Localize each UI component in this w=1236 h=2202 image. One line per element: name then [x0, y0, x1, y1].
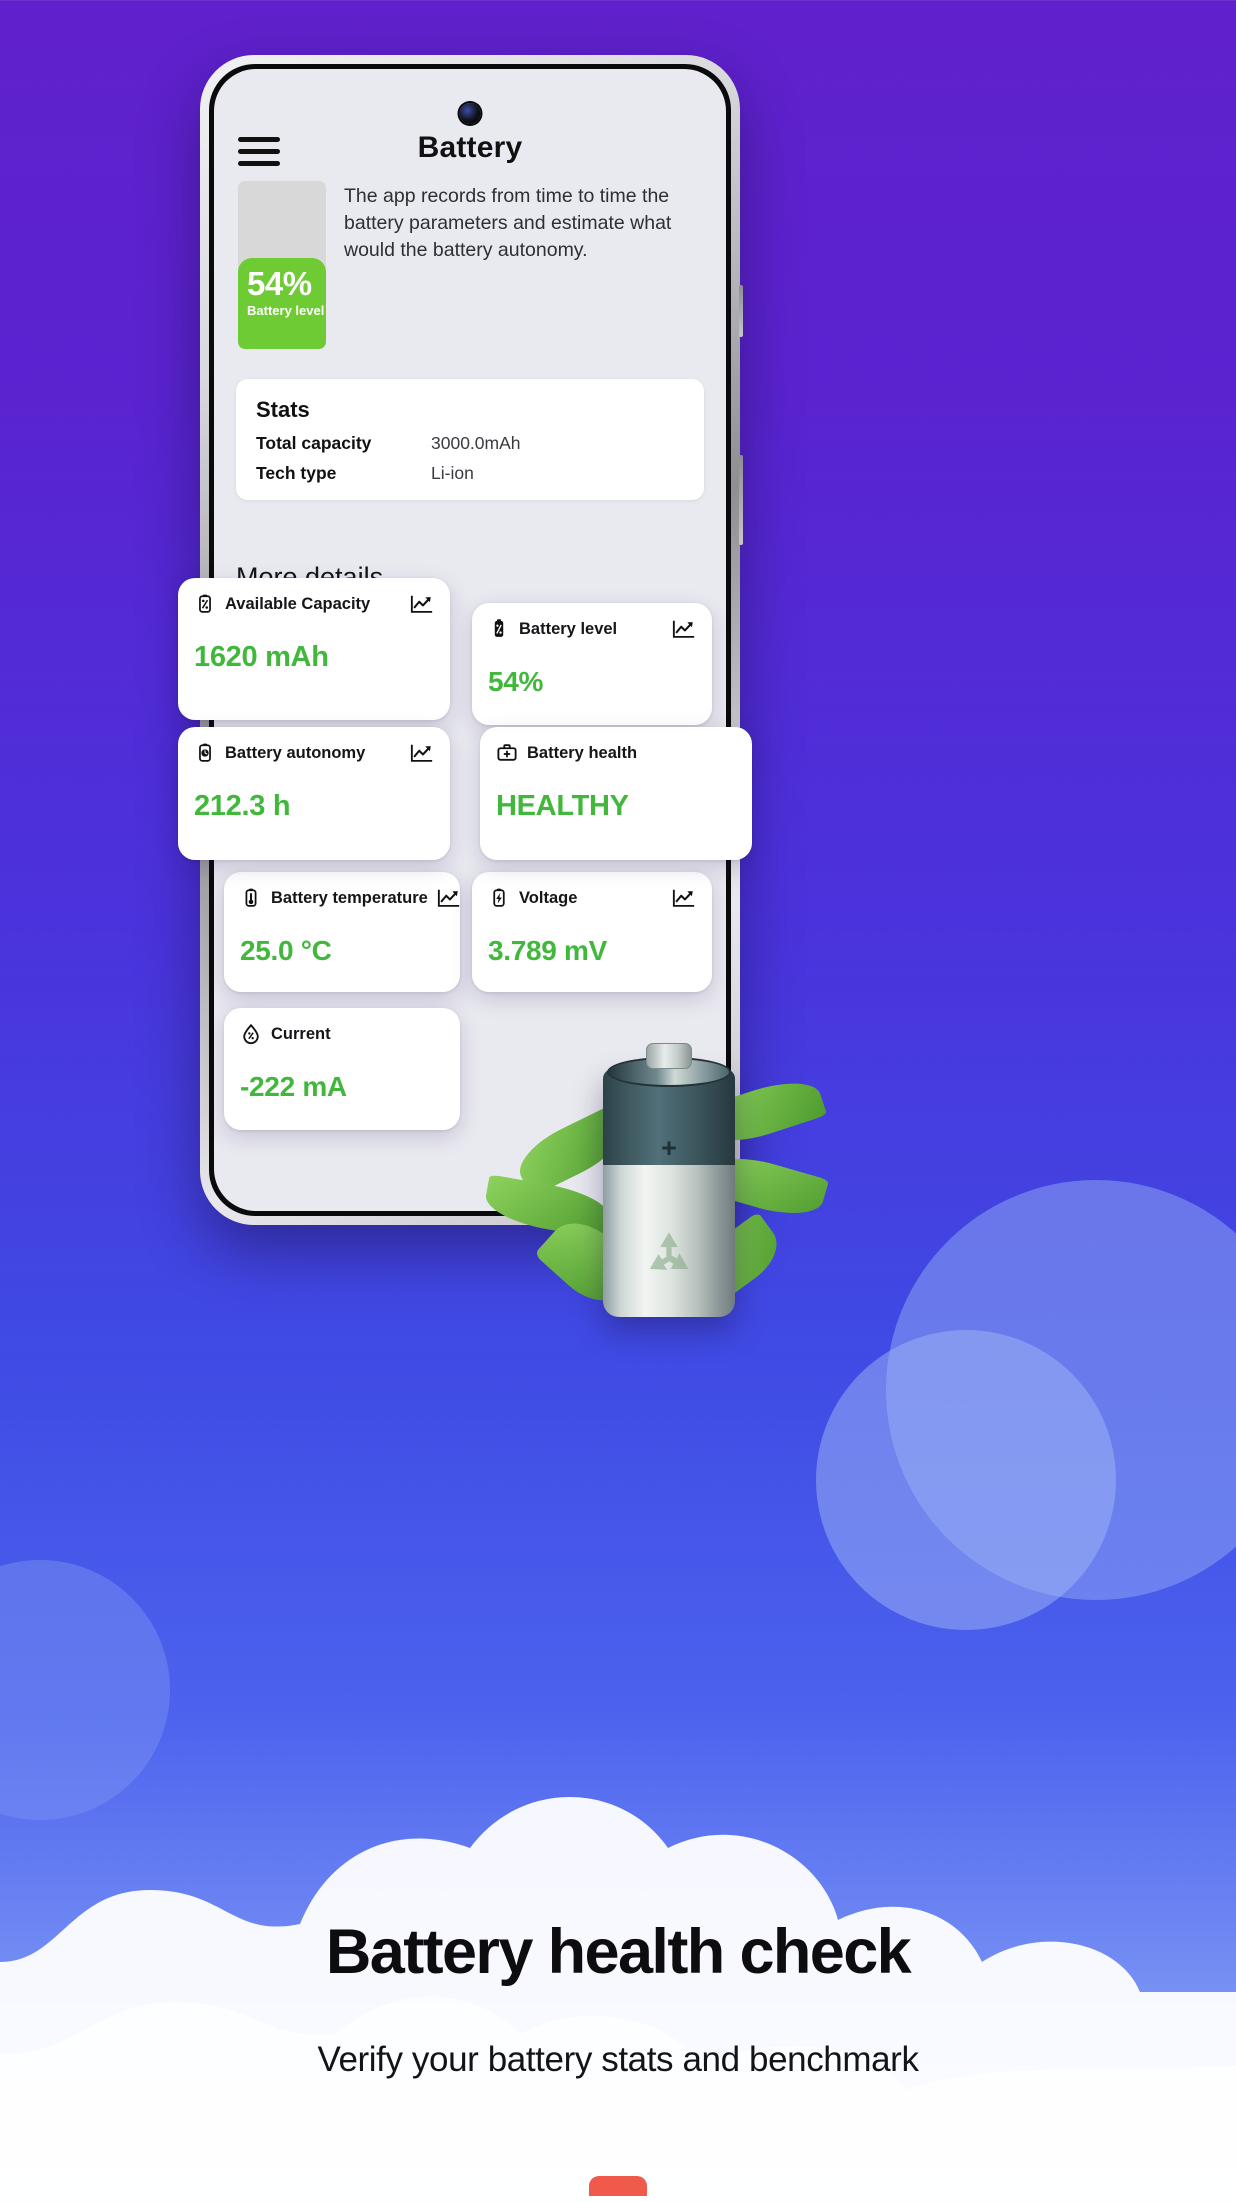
detail-card-battery-autonomy[interactable]: Battery autonomy 212.3 h — [178, 727, 450, 860]
battery-level-widget: 54% Battery level — [238, 181, 326, 349]
card-header: Battery health — [496, 742, 736, 764]
battery-shell: 54% Battery level — [238, 181, 326, 349]
detail-card-current[interactable]: Current -222 mA — [224, 1008, 460, 1130]
trend-chart-icon[interactable] — [672, 888, 696, 909]
card-header: Voltage — [488, 887, 696, 909]
stats-title: Stats — [256, 397, 310, 422]
stats-row: Total capacity 3000.0mAh — [256, 433, 684, 454]
battery-cell-terminal — [646, 1043, 692, 1069]
detail-card-available-capacity[interactable]: Available Capacity 1620 mAh — [178, 578, 450, 720]
hamburger-menu-icon[interactable] — [238, 137, 280, 166]
card-value: 54% — [488, 666, 544, 697]
stats-value: 3000.0mAh — [431, 433, 521, 453]
phone-power-button[interactable] — [739, 455, 743, 545]
card-value: 212.3 h — [194, 790, 291, 822]
detail-card-battery-health[interactable]: Battery health HEALTHY — [480, 727, 752, 860]
medical-kit-icon — [497, 744, 517, 761]
card-label: Voltage — [519, 888, 578, 907]
battery-clock-icon — [199, 743, 211, 762]
stats-key: Tech type — [256, 463, 337, 483]
card-label: Available Capacity — [225, 594, 371, 613]
trend-chart-icon[interactable] — [437, 888, 461, 909]
trend-chart-icon[interactable] — [410, 594, 434, 615]
card-label: Battery level — [519, 619, 618, 638]
card-header: Battery autonomy — [194, 742, 434, 764]
page-indicator[interactable] — [589, 2176, 647, 2196]
battery-cell-illustration: + — [482, 1035, 830, 1317]
front-camera-icon — [459, 103, 481, 124]
card-value: 3.789 mV — [488, 935, 608, 966]
battery-percent-icon — [494, 619, 504, 637]
battery-bolt-icon — [493, 888, 505, 907]
card-header: Available Capacity — [194, 593, 434, 615]
polarity-plus-label: + — [661, 1133, 677, 1163]
card-value: HEALTHY — [496, 790, 629, 822]
card-header: Current — [240, 1023, 444, 1045]
battery-widget-caption: Battery level — [247, 302, 325, 318]
app-description: The app records from time to time the ba… — [344, 185, 672, 261]
detail-card-voltage[interactable]: Voltage 3.789 mV — [472, 872, 712, 992]
card-value: 25.0 °C — [240, 935, 332, 966]
battery-percent-icon — [199, 594, 211, 613]
promo-subhead: Verify your battery stats and benchmark — [317, 2040, 919, 2079]
card-header: Battery level — [488, 618, 696, 640]
card-label: Current — [271, 1024, 331, 1043]
trend-chart-icon[interactable] — [410, 743, 434, 764]
phone-volume-button[interactable] — [739, 285, 743, 337]
detail-card-battery-temperature[interactable]: Battery temperature 25.0 °C — [224, 872, 460, 992]
recycle-icon — [649, 1232, 689, 1270]
trend-chart-icon[interactable] — [672, 619, 696, 640]
card-value: -222 mA — [240, 1071, 347, 1102]
header-content-row: 54% Battery level The app records from t… — [214, 165, 726, 349]
card-label: Battery health — [527, 743, 638, 762]
stats-value: Li-ion — [431, 463, 474, 483]
cloud-shape-mid — [816, 1330, 1116, 1630]
battery-percent-value: 54% — [247, 265, 312, 303]
card-label: Battery autonomy — [225, 743, 366, 762]
card-value: 1620 mAh — [194, 641, 329, 673]
battery-fill: 54% Battery level — [238, 258, 326, 349]
water-drop-percent-icon — [243, 1023, 259, 1045]
page-title: Battery — [417, 131, 523, 164]
stats-row: Tech type Li-ion — [256, 463, 684, 484]
card-label: Battery temperature — [271, 888, 428, 907]
cloud-shape-right — [886, 1180, 1236, 1600]
promo-headline: Battery health check — [325, 1917, 912, 1987]
detail-card-battery-level[interactable]: Battery level 54% — [472, 603, 712, 725]
stats-card: Stats Total capacity 3000.0mAh Tech type… — [236, 379, 704, 500]
battery-thermometer-icon — [245, 888, 257, 907]
stats-key: Total capacity — [256, 433, 372, 453]
cloud-shape-left — [0, 1560, 170, 1820]
card-header: Battery temperature — [240, 887, 459, 909]
